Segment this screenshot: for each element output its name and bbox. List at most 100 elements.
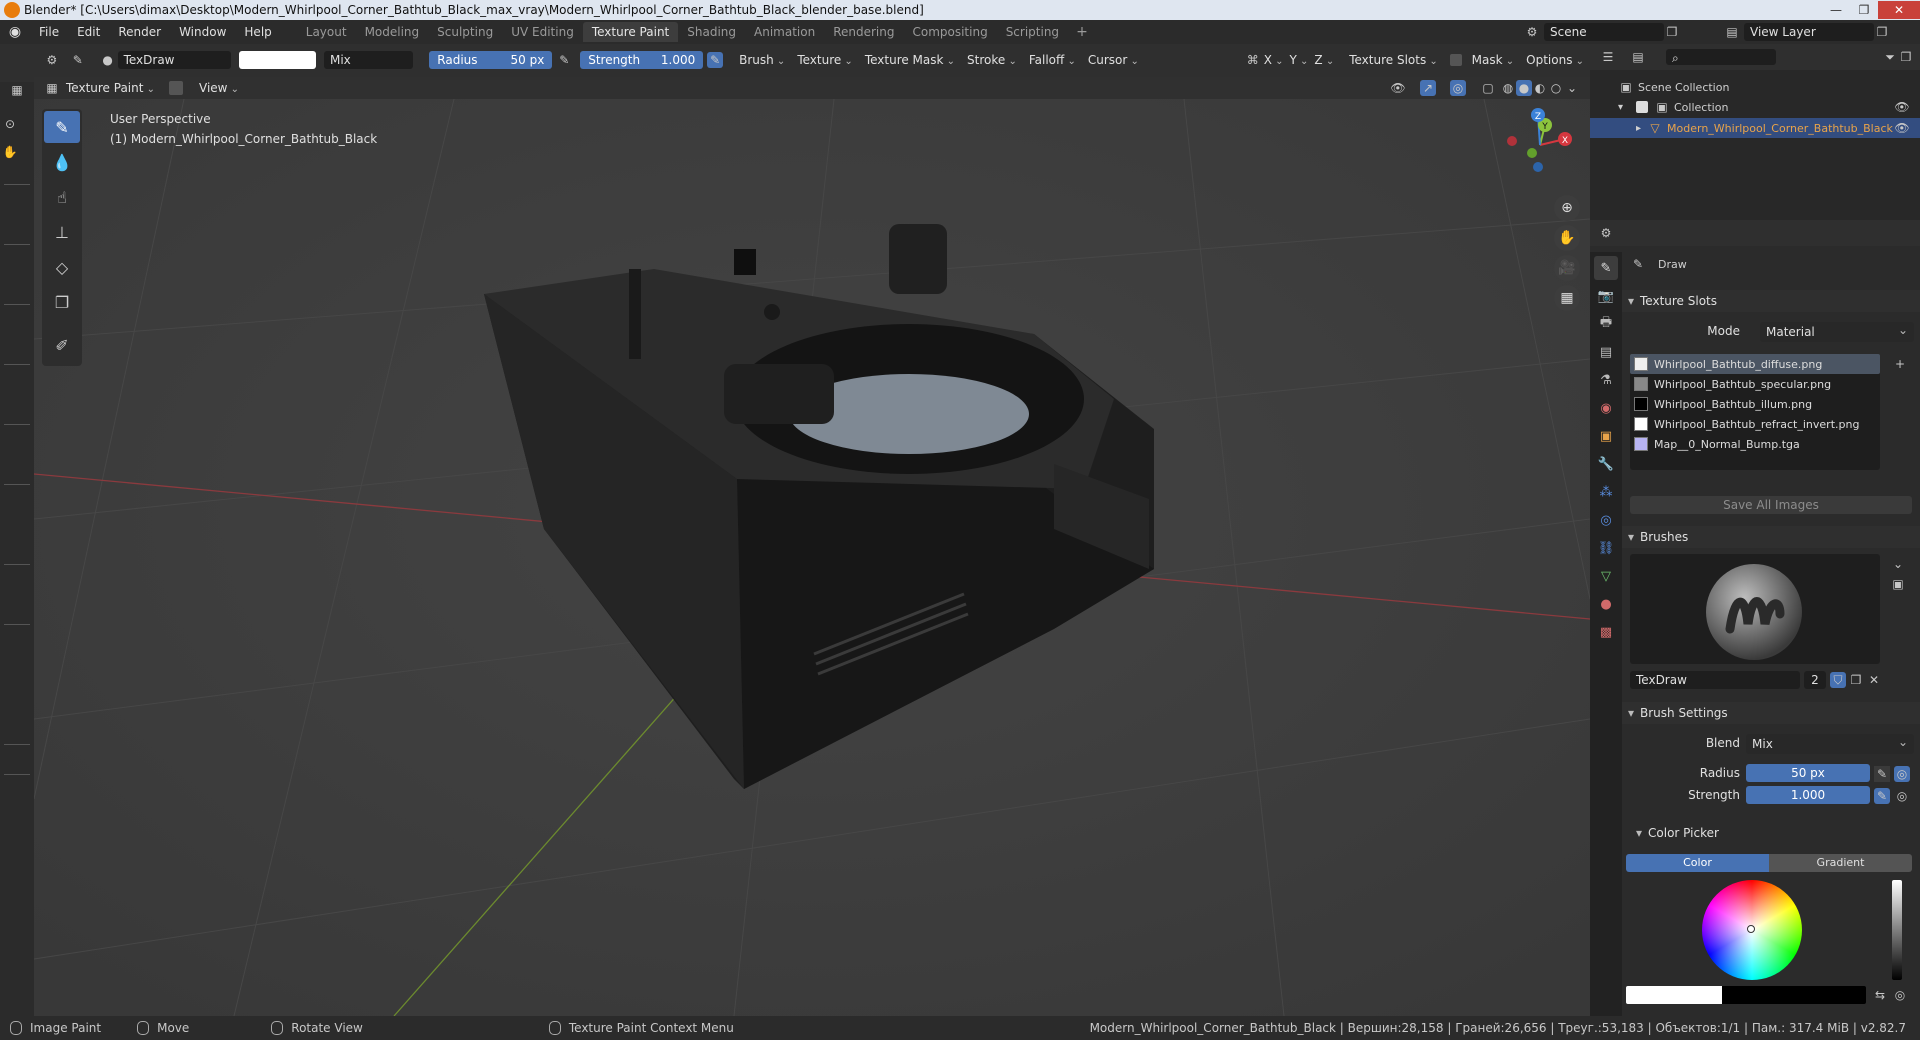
tab-animation[interactable]: Animation — [745, 22, 824, 42]
view-menu[interactable]: View — [193, 79, 245, 97]
new-view-layer-icon[interactable]: ❐ — [1874, 24, 1890, 40]
tab-sculpting[interactable]: Sculpting — [428, 22, 502, 42]
properties-editor-icon[interactable]: ⚙ — [1598, 225, 1614, 241]
tab-layout[interactable]: Layout — [297, 22, 356, 42]
cursor-dropdown[interactable]: Cursor — [1082, 51, 1145, 69]
render-tab-icon[interactable]: 📷 — [1594, 284, 1618, 308]
wireframe-shading-icon[interactable]: ◍ — [1500, 80, 1516, 96]
object-tab-icon[interactable]: ▣ — [1594, 424, 1618, 448]
color-wheel[interactable] — [1702, 880, 1802, 980]
tab-uv-editing[interactable]: UV Editing — [502, 22, 583, 42]
expand-arrow-icon[interactable]: ▾ — [1618, 102, 1630, 113]
duplicate-brush-icon[interactable]: ❐ — [1848, 672, 1864, 688]
unlink-brush-icon[interactable]: ✕ — [1866, 672, 1882, 688]
mode-icon[interactable]: ▦ — [9, 82, 25, 98]
texture-slot-mode-dropdown[interactable]: Material — [1760, 320, 1914, 342]
texture-slots-panel-header[interactable]: Texture Slots — [1622, 290, 1920, 312]
scene-icon[interactable]: ⚙ — [1524, 24, 1540, 40]
brush-fake-user-icon[interactable]: ● — [100, 52, 116, 68]
blend-mode-dropdown[interactable]: Mix — [323, 51, 414, 69]
strength-slider[interactable]: Strength 1.000 — [580, 51, 704, 69]
brush-color-swatch[interactable] — [238, 51, 316, 69]
tab-scripting[interactable]: Scripting — [997, 22, 1068, 42]
filter-icon[interactable]: ⏷ — [1882, 49, 1898, 65]
view-layer-tab-icon[interactable]: ▤ — [1594, 340, 1618, 364]
minimize-button[interactable]: — — [1822, 1, 1850, 19]
data-tab-icon[interactable]: ▽ — [1594, 564, 1618, 588]
gizmo-toggle-icon[interactable]: ↗ — [1420, 80, 1436, 96]
xray-icon[interactable]: ▢ — [1480, 80, 1496, 96]
menu-edit[interactable]: Edit — [68, 25, 109, 39]
mirror-x-toggle[interactable]: X — [1261, 51, 1287, 69]
object-visibility-icon[interactable]: 👁 — [1894, 120, 1910, 136]
brush-settings-panel-header[interactable]: Brush Settings — [1622, 702, 1920, 724]
menu-window[interactable]: Window — [170, 25, 235, 39]
view-layer-field[interactable]: View Layer — [1744, 23, 1874, 41]
tab-color[interactable]: Color — [1626, 854, 1769, 872]
radius-unit-icon[interactable]: ◎ — [1894, 766, 1910, 782]
swap-colors-icon[interactable]: ⇆ — [1872, 987, 1888, 1003]
radius-pen-icon[interactable]: ✎ — [1874, 766, 1890, 782]
tab-compositing[interactable]: Compositing — [903, 22, 996, 42]
strength-setting-slider[interactable]: 1.000 — [1746, 786, 1870, 804]
list-item[interactable]: Whirlpool_Bathtub_illum.png — [1630, 394, 1880, 414]
texture-dropdown[interactable]: Texture — [791, 51, 859, 69]
object-expand-arrow-icon[interactable]: ▸ — [1636, 123, 1641, 134]
color-wheel-cursor[interactable] — [1747, 925, 1755, 933]
zoom-view-icon[interactable]: ⊕ — [1554, 195, 1580, 221]
brush-icon[interactable]: ✎ — [70, 52, 86, 68]
tab-modeling[interactable]: Modeling — [356, 22, 429, 42]
clone-tool-button[interactable]: ⊥ — [44, 216, 80, 248]
add-workspace-button[interactable]: + — [1068, 24, 1096, 40]
gizmo-neg-x-icon[interactable] — [1507, 136, 1517, 146]
maximize-button[interactable]: ❐ — [1850, 1, 1878, 19]
3d-viewport[interactable]: ✎ 💧 ☝ ⊥ ◇ ❐ ✐ User Perspective (1) Moder… — [34, 99, 1590, 1016]
gizmo-neg-y-icon[interactable] — [1527, 148, 1537, 158]
gizmo-neg-z-icon[interactable] — [1533, 162, 1543, 172]
brushes-panel-header[interactable]: Brushes — [1622, 526, 1920, 548]
mirror-z-toggle[interactable]: Z — [1311, 51, 1337, 69]
menu-help[interactable]: Help — [235, 25, 280, 39]
radius-setting-slider[interactable]: 50 px — [1746, 764, 1870, 782]
falloff-dropdown[interactable]: Falloff — [1023, 51, 1082, 69]
world-tab-icon[interactable]: ◉ — [1594, 396, 1618, 420]
camera-view-icon[interactable]: 🎥 — [1554, 255, 1580, 281]
brush-name-field[interactable]: TexDraw — [117, 51, 231, 69]
tab-shading[interactable]: Shading — [678, 22, 745, 42]
tool-tab-icon[interactable]: ✎ — [1594, 256, 1618, 280]
list-item[interactable]: Whirlpool_Bathtub_specular.png — [1630, 374, 1880, 394]
tab-texture-paint[interactable]: Texture Paint — [582, 22, 679, 42]
list-item[interactable]: Map__0_Normal_Bump.tga — [1630, 434, 1880, 454]
mask-tool-button[interactable]: ❐ — [44, 286, 80, 318]
strength-unit-icon[interactable]: ◎ — [1894, 788, 1910, 804]
view-layer-icon[interactable]: ▤ — [1724, 24, 1740, 40]
draw-tool-button[interactable]: ✎ — [44, 111, 80, 143]
brush-users-count[interactable]: 2 — [1804, 671, 1826, 689]
modifier-tab-icon[interactable]: 🔧 — [1594, 452, 1618, 476]
tab-gradient[interactable]: Gradient — [1769, 854, 1912, 872]
color-swatches[interactable] — [1626, 986, 1866, 1004]
material-tab-icon[interactable]: ● — [1594, 592, 1618, 616]
particles-tab-icon[interactable]: ⁂ — [1594, 480, 1618, 504]
collection-visibility-icon[interactable]: 👁 — [1894, 99, 1910, 115]
strength-pen-icon[interactable]: ✎ — [1874, 788, 1890, 804]
new-scene-icon[interactable]: ❐ — [1664, 24, 1680, 40]
value-slider[interactable] — [1892, 880, 1902, 980]
mask-dropdown[interactable]: Mask — [1466, 51, 1520, 69]
navigation-gizmo[interactable]: X Y Z — [1500, 105, 1580, 185]
fake-user-shield-icon[interactable]: ⛉ — [1830, 672, 1846, 688]
strength-pressure-icon[interactable]: ✎ — [707, 52, 724, 68]
output-tab-icon[interactable]: 🖶 — [1594, 312, 1618, 336]
solid-shading-icon[interactable]: ● — [1516, 80, 1532, 96]
brush-dropdown[interactable]: Brush — [733, 51, 791, 69]
close-button[interactable]: ✕ — [1878, 1, 1920, 19]
stroke-dropdown[interactable]: Stroke — [961, 51, 1023, 69]
add-texture-slot-icon[interactable]: + — [1892, 356, 1908, 372]
outliner-row-collection[interactable]: ▾ ▣ Collection — [1618, 98, 1728, 116]
blend-dropdown[interactable]: Mix — [1746, 732, 1914, 754]
outliner-editor-icon[interactable]: ☰ — [1600, 49, 1616, 65]
texture-mask-dropdown[interactable]: Texture Mask — [859, 51, 961, 69]
radius-slider[interactable]: Radius 50 px — [429, 51, 553, 69]
pan-view-icon[interactable]: ✋ — [1554, 225, 1580, 251]
outliner-row-object[interactable]: ▸ ▽ Modern_Whirlpool_Corner_Bathtub_Blac… — [1590, 118, 1920, 138]
